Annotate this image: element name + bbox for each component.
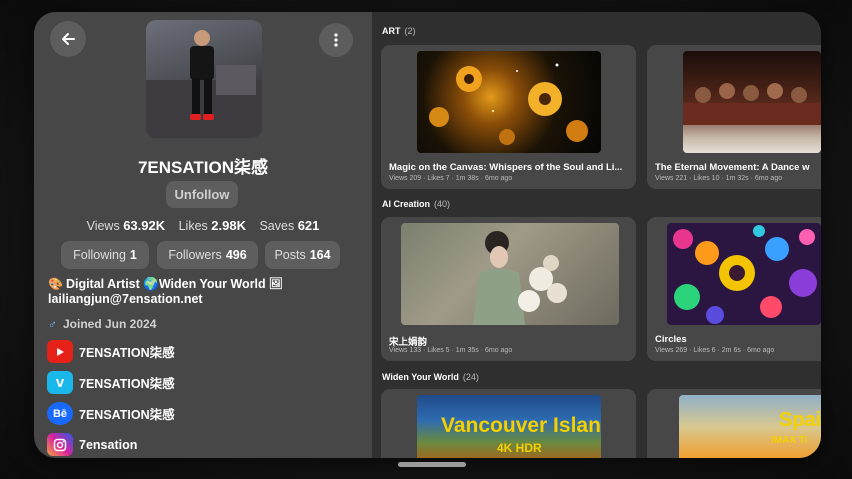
posts-button[interactable]: Posts 164 [265,241,340,269]
social-link-instagram[interactable]: 7ensation [47,433,137,456]
saves-stat: Saves 621 [259,218,320,233]
thumbnail-subtitle-text: 4K HDR [497,441,542,455]
section-title-ai-creation[interactable]: AI Creation (40) [382,199,450,209]
views-stat: Views 63.92K [86,218,166,233]
video-title: The Eternal Movement: A Dance w [655,162,810,173]
video-meta: Views 269 · Likes 6 · 2m 6s · 6mo ago [655,347,775,354]
video-card[interactable]: Vancouver Island 4K HDR [381,389,636,458]
followers-button[interactable]: Followers 496 [157,241,258,269]
video-meta: Views 133 · Likes 5 · 1m 35s · 6mo ago [389,347,513,354]
social-link-vimeo[interactable]: v 7ENSATION柒感 [47,371,175,394]
profile-panel: 7ENSATION柒感 Unfollow Views 63.92K Likes … [34,12,372,458]
back-button[interactable] [50,21,86,57]
video-meta: Views 221 · Likes 10 · 1m 32s · 6mo ago [655,175,783,182]
more-vertical-icon [334,33,338,47]
video-card[interactable]: 宋上娟韵 Views 133 · Likes 5 · 1m 35s · 6mo … [381,217,636,361]
joined-date: ♂ Joined Jun 2024 [48,317,157,331]
avatar[interactable] [146,20,262,138]
following-button[interactable]: Following 1 [61,241,149,269]
youtube-icon [47,340,73,363]
profile-stats: Views 63.92K Likes 2.98K Saves 621 [34,218,372,233]
instagram-icon [47,433,73,456]
video-meta: Views 209 · Likes 7 · 1m 38s · 6mo ago [389,175,513,182]
video-card[interactable]: Circles Views 269 · Likes 6 · 2m 6s · 6m… [647,217,821,361]
video-card[interactable]: The Eternal Movement: A Dance w Views 22… [647,45,821,189]
male-icon: ♂ [48,317,57,331]
avatar-photo [146,30,262,138]
video-title: Magic on the Canvas: Whispers of the Sou… [389,162,623,173]
likes-stat: Likes 2.98K [178,218,246,233]
vimeo-icon: v [47,371,73,394]
video-thumbnail [417,51,601,153]
social-link-behance[interactable]: Bē 7ENSATION柒感 [47,402,175,425]
video-title: 宋上娟韵 [389,337,428,348]
video-thumbnail: Spain IMAX Ti [679,395,821,458]
profile-email[interactable]: lailiangjun@7ensation.net [48,292,283,307]
video-card[interactable]: Spain IMAX Ti [647,389,821,458]
section-title-art[interactable]: ART (2) [382,26,416,36]
section-title-widen-your-world[interactable]: Widen Your World (24) [382,372,479,382]
more-options-button[interactable] [319,23,353,57]
thumbnail-title-text: Vancouver Island [441,414,601,437]
palette-icon: 🎨 [48,277,63,291]
profile-bio: 🎨 Digital Artist 🌍Widen Your World 🖼 lai… [48,277,283,307]
profile-window: 7ENSATION柒感 Unfollow Views 63.92K Likes … [34,12,821,458]
behance-icon: Bē [47,402,73,425]
social-link-youtube[interactable]: 7ENSATION柒感 [47,340,175,363]
video-card[interactable]: Magic on the Canvas: Whispers of the Sou… [381,45,636,189]
video-title: Circles [655,334,687,345]
video-thumbnail [683,51,821,153]
thumbnail-title-text: Spain [779,409,821,431]
unfollow-button[interactable]: Unfollow [166,181,238,208]
picture-icon: 🖼 [268,278,283,290]
profile-name: 7ENSATION柒感 [137,158,269,177]
thumbnail-subtitle-text: IMAX Ti [771,435,808,446]
window-grabber[interactable] [398,462,466,467]
video-thumbnail [667,223,821,325]
content-feed[interactable]: ART (2) Magic on the Canvas: Whispers of … [372,12,821,458]
arrow-left-icon [62,33,75,45]
video-thumbnail [401,223,619,325]
video-thumbnail: Vancouver Island 4K HDR [417,395,601,458]
